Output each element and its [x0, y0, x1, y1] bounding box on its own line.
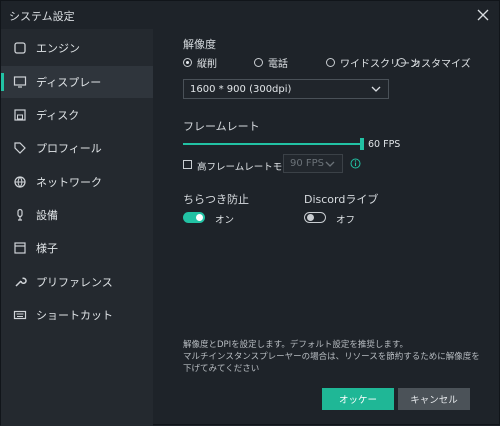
note-line-2: マルチインスタンスプレーヤーの場合は、リソースを節約するために解像度を下げてみて…: [183, 352, 480, 374]
framerate-slider-track[interactable]: [183, 143, 361, 145]
window-icon: [12, 240, 28, 256]
sidebar-item-profile[interactable]: プロフィール: [1, 132, 153, 164]
discord-state: オフ: [336, 215, 356, 226]
sidebar-item-display[interactable]: ディスプレー: [1, 66, 153, 98]
disk-icon: [12, 107, 28, 123]
sidebar-item-label: 様子: [36, 242, 58, 255]
sidebar-item-disk[interactable]: ディスク: [1, 99, 153, 131]
discord-toggle[interactable]: [304, 212, 326, 223]
chevron-down-icon: [325, 161, 335, 167]
title-bar: システム設定: [1, 1, 500, 29]
toggle-knob: [307, 214, 314, 221]
note-line-1: 解像度とDPIを設定します。デフォルト設定を推奨します。: [183, 340, 408, 350]
high-framerate-dropdown[interactable]: 90 FPS: [283, 154, 343, 173]
resolution-option-custom[interactable]: カスタマイズ: [397, 55, 471, 70]
sidebar-item-label: プロフィール: [36, 142, 102, 155]
sidebar-item-label: ディスク: [36, 109, 80, 122]
radio-dot: [326, 58, 335, 67]
sidebar-item-label: ショートカット: [36, 309, 113, 322]
radio-dot: [397, 58, 406, 67]
anti-flicker-toggle[interactable]: [183, 212, 205, 223]
sidebar-item-label: 設備: [36, 209, 58, 222]
resolution-option-portrait[interactable]: 縦削: [183, 55, 217, 70]
close-button[interactable]: [473, 5, 493, 25]
radio-dot: [183, 58, 192, 67]
microphone-icon: [12, 207, 28, 223]
sidebar-item-label: プリファレンス: [36, 276, 113, 289]
sidebar-item-devices[interactable]: 設備: [1, 199, 153, 231]
framerate-value: 60 FPS: [368, 139, 401, 150]
ok-button[interactable]: オッケー: [322, 388, 394, 410]
tag-icon: [12, 140, 28, 156]
sidebar-item-label: ネットワーク: [36, 176, 102, 189]
toggle-knob: [196, 214, 203, 221]
sidebar-item-label: ディスプレー: [36, 76, 102, 89]
sidebar-item-appearance[interactable]: 様子: [1, 232, 153, 264]
window-title: システム設定: [9, 10, 75, 23]
resolution-option-phone[interactable]: 電話: [254, 55, 288, 70]
high-framerate-value: 90 FPS: [290, 158, 325, 169]
sidebar-item-label: エンジン: [36, 42, 80, 55]
resolution-label: 解像度: [183, 38, 216, 51]
engine-icon: [12, 40, 28, 56]
wrench-icon: [12, 274, 28, 290]
sidebar-item-network[interactable]: ネットワーク: [1, 166, 153, 198]
discord-label: Discordライブ: [304, 193, 379, 206]
anti-flicker-label: ちらつき防止: [183, 193, 249, 206]
resolution-dropdown[interactable]: 1600 * 900 (300dpi): [183, 79, 389, 99]
anti-flicker-state: オン: [215, 215, 235, 226]
framerate-slider-handle[interactable]: [360, 138, 364, 150]
high-framerate-checkbox[interactable]: [183, 160, 192, 169]
cancel-button[interactable]: キャンセル: [398, 388, 470, 410]
radio-dot: [254, 58, 263, 67]
globe-icon: [12, 174, 28, 190]
resolution-dropdown-value: 1600 * 900 (300dpi): [190, 83, 292, 95]
framerate-label: フレームレート: [183, 120, 260, 133]
sidebar-item-preferences[interactable]: プリファレンス: [1, 266, 153, 298]
close-icon: [477, 9, 489, 21]
settings-window: システム設定 エンジン ディスプレー ディスク プロフィール ネットワーク 設備: [0, 0, 500, 426]
sidebar-item-shortcuts[interactable]: ショートカット: [1, 299, 153, 331]
sidebar: エンジン ディスプレー ディスク プロフィール ネットワーク 設備 様子 プリフ…: [1, 29, 153, 426]
info-icon[interactable]: [350, 158, 361, 169]
chevron-down-icon: [371, 86, 381, 92]
keyboard-icon: [12, 307, 28, 323]
sidebar-item-engine[interactable]: エンジン: [1, 32, 153, 64]
monitor-icon: [12, 74, 28, 90]
